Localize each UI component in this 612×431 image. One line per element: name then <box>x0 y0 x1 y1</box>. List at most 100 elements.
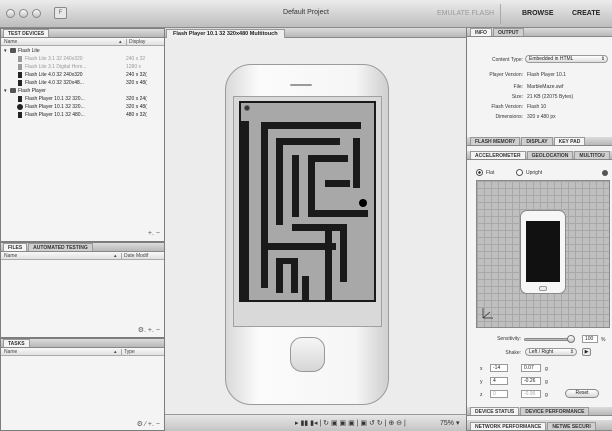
flash-version-label: Flash Version: <box>491 104 523 110</box>
phone-icon <box>18 112 22 118</box>
device-row[interactable]: Flash Lite 3.1 Digital Hom... 1280 x <box>1 63 164 71</box>
tab-automated-testing[interactable]: AUTOMATED TESTING <box>28 243 93 251</box>
tree-group-flash-lite[interactable]: ▾ Flash Lite <box>1 47 164 55</box>
create-button[interactable]: CREATE <box>572 10 600 17</box>
files-panel: FILES AUTOMATED TESTING Name ▴ Date Modi… <box>0 242 165 338</box>
maze-wall <box>261 243 268 288</box>
device-name: Flash Lite 4.0 32 240x320 <box>25 72 83 78</box>
g-force-input[interactable]: -0.95 <box>521 390 541 398</box>
disclosure-triangle-icon[interactable]: ▾ <box>4 87 7 95</box>
content-type-select[interactable]: Embedded in HTML <box>525 55 608 63</box>
sensitivity-input[interactable]: 100 <box>582 335 598 343</box>
tab-info[interactable]: INFO <box>470 28 492 36</box>
zoom-level-select[interactable]: 75% ▾ <box>440 419 459 427</box>
player-version-label: Player Version: <box>489 72 523 78</box>
test-devices-column-header: Name ▴ Display <box>1 38 164 46</box>
player-version-value: Flash Player 10.1 <box>527 72 566 78</box>
device-name: Flash Player 10.1 32 320... <box>25 96 85 102</box>
sort-arrow-icon: ▴ <box>114 253 117 259</box>
tab-display[interactable]: DISPLAY <box>521 137 553 145</box>
folder-icon <box>10 48 16 53</box>
phone-icon <box>18 80 22 86</box>
device-display: 480 x 32( <box>126 112 147 118</box>
tab-multitouch[interactable]: MULTITOU <box>574 151 610 159</box>
g-unit: g <box>545 392 548 398</box>
angle-input[interactable]: 0 <box>490 390 508 398</box>
shake-play-icon[interactable]: ▶ <box>582 348 591 356</box>
column-name[interactable]: Name <box>4 349 17 355</box>
maze-wall <box>308 155 348 162</box>
tasks-tabbar: TASKS <box>1 339 164 348</box>
device-display: 1280 x <box>126 64 142 70</box>
column-name[interactable]: Name <box>4 39 17 45</box>
device-name: Flash Player 10.1 32 320... <box>25 104 85 110</box>
tasks-column-header: Name ▴ Type <box>1 348 164 356</box>
angle-input[interactable]: -14 <box>490 364 508 372</box>
tasks-actions[interactable]: ⚙ ∕ +. − <box>137 420 160 428</box>
test-devices-add-remove[interactable]: +. − <box>148 230 160 238</box>
phone-icon <box>18 56 22 62</box>
sensitivity-slider-track[interactable] <box>524 338 572 341</box>
speaker-grille <box>290 84 312 86</box>
tab-flash-player-device[interactable]: Flash Player 10.1 32 320x480 Multitouch <box>166 29 285 38</box>
device-home-button[interactable] <box>290 337 325 372</box>
tasks-panel: TASKS Name ▴ Type ⚙ ∕ +. − <box>0 338 165 431</box>
maze-wall <box>276 258 298 264</box>
tab-network-security[interactable]: NETWE SECURI <box>547 422 596 430</box>
upright-radio[interactable] <box>516 169 523 176</box>
g-force-input[interactable]: -0.26 <box>521 377 541 385</box>
tab-geolocation[interactable]: GEOLOCATION <box>526 151 574 159</box>
playback-controls[interactable]: ▸ ▮▮ ▮◂ | ↻ ▣ ▣ ▣ | ▣ ↺ ↻ | ⊕ ⊖ | <box>295 419 406 427</box>
tab-network-performance[interactable]: NETWORK PERFORMANCE <box>470 422 547 430</box>
device-display: 320 x 48( <box>126 104 147 110</box>
column-name[interactable]: Name <box>4 253 17 259</box>
toolbar-divider <box>500 4 501 24</box>
emulate-flash-button[interactable]: EMULATE FLASH <box>437 10 494 17</box>
device-row[interactable]: Flash Lite 3.1 32 240x320 240 x 32 <box>1 55 164 63</box>
reset-button[interactable]: Reset <box>565 389 599 398</box>
maze-wall <box>292 224 347 231</box>
tree-group-flash-player[interactable]: ▾ Flash Player <box>1 87 164 95</box>
tab-accelerometer[interactable]: ACCELEROMETER <box>470 151 526 159</box>
file-value: MarbleMaze.swf <box>527 84 564 90</box>
files-actions[interactable]: ⚙. +. − <box>138 326 160 334</box>
column-type[interactable]: Type <box>121 349 135 355</box>
tab-tasks[interactable]: TASKS <box>3 339 30 347</box>
g-unit: g <box>545 379 548 385</box>
column-date-modified[interactable]: Date Modif <box>121 253 148 259</box>
browse-button[interactable]: BROWSE <box>522 10 554 17</box>
axis-label: z <box>480 392 483 398</box>
device-row[interactable]: Flash Lite 4.0 32 240x320 240 x 32( <box>1 71 164 79</box>
tab-output[interactable]: OUTPUT <box>492 28 524 36</box>
group-label: Flash Lite <box>18 48 40 54</box>
orientation-indicator-icon <box>602 170 608 176</box>
size-value: 21 KB (22075 Bytes) <box>527 94 574 100</box>
sensitivity-slider-thumb[interactable] <box>567 335 575 343</box>
maze-wall <box>325 230 332 300</box>
axis-gizmo-icon <box>482 308 493 319</box>
device-row[interactable]: Flash Player 10.1 32 480... 480 x 32( <box>1 111 164 119</box>
tab-flash-memory[interactable]: FLASH MEMORY <box>470 137 521 145</box>
axis-label: x <box>480 366 483 372</box>
maze-wall <box>276 138 340 145</box>
phone-icon <box>18 64 22 70</box>
g-force-input[interactable]: 0.07 <box>521 364 541 372</box>
device-display: 240 x 32 <box>126 56 146 62</box>
file-label: File: <box>513 84 523 90</box>
tab-device-performance[interactable]: DEVICE PERFORMANCE <box>520 407 590 415</box>
device-tabbar: DEVICE STATUS DEVICE PERFORMANCE <box>467 407 612 416</box>
device-row-active[interactable]: Flash Player 10.1 32 320... 320 x 48( <box>1 103 164 111</box>
device-row[interactable]: Flash Lite 4.0 32 320x48... 320 x 48( <box>1 79 164 87</box>
tab-test-devices[interactable]: TEST DEVICES <box>3 29 50 37</box>
maze-wall <box>308 210 368 217</box>
tab-device-status[interactable]: DEVICE STATUS <box>470 407 520 415</box>
device-row[interactable]: Flash Player 10.1 32 320... 320 x 24( <box>1 95 164 103</box>
column-display[interactable]: Display <box>126 39 145 45</box>
flat-radio[interactable] <box>476 169 483 176</box>
disclosure-triangle-icon[interactable]: ▾ <box>4 47 7 55</box>
tab-key-pad[interactable]: KEY PAD <box>553 137 586 145</box>
dimensions-value: 320 x 480 px <box>527 114 556 120</box>
shake-select[interactable]: Left / Right <box>525 348 577 356</box>
tab-files[interactable]: FILES <box>3 243 28 251</box>
angle-input[interactable]: 4 <box>490 377 508 385</box>
